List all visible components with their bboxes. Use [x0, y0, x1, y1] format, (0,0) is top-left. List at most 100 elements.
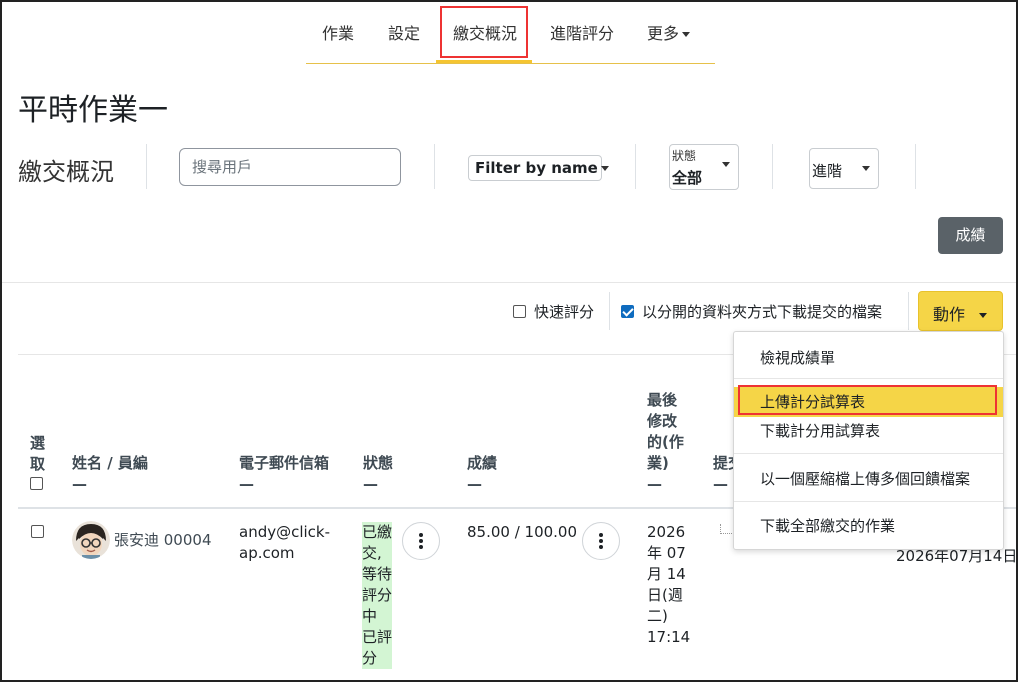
download-folders-option[interactable]: 以分開的資料夾方式下載提交的檔案	[621, 301, 882, 322]
user-email: andy@click- ap.com	[239, 522, 330, 564]
menu-divider	[734, 453, 1003, 454]
search-users-input[interactable]	[179, 148, 401, 186]
column-header-select: 選 取	[30, 433, 51, 496]
email-line: ap.com	[239, 544, 295, 562]
divider	[772, 144, 773, 189]
header-modified-line: 修改	[647, 412, 678, 430]
actions-button[interactable]: 動作	[918, 291, 1003, 331]
row-select-checkbox[interactable]	[31, 525, 44, 538]
nav-tab-assignment[interactable]: 作業	[322, 20, 354, 44]
header-modified-line: 業)	[647, 454, 669, 472]
header-select-line: 選	[30, 434, 46, 452]
chevron-down-icon	[722, 162, 730, 167]
header-grade-label: 成績	[467, 454, 498, 472]
page-title: 平時作業一	[18, 93, 168, 128]
nav-more-label: 更多	[647, 24, 680, 43]
actions-dropdown-menu: 檢視成績單 上傳計分試算表 下載計分用試算表 以一個壓縮檔上傳多個回饋檔案 下載…	[733, 331, 1004, 550]
user-name-link[interactable]: 張安迪 00004	[114, 530, 212, 551]
nav-tab-more[interactable]: 更多	[647, 20, 691, 44]
nav-tab-advanced-grading[interactable]: 進階評分	[550, 20, 614, 44]
divider	[915, 144, 916, 189]
status-line: 中	[362, 607, 378, 625]
menu-divider	[734, 501, 1003, 502]
actions-label: 動作	[933, 305, 966, 324]
divider	[434, 144, 435, 189]
column-header-name[interactable]: 姓名 / 員編 —	[72, 453, 148, 495]
modified-line: 日(週	[647, 586, 683, 604]
download-folders-checkbox[interactable]	[621, 305, 634, 318]
submission-status: 已繳 交, 等待 評分 中 已評 分	[362, 522, 392, 669]
header-name-label: 姓名 / 員編	[72, 454, 148, 472]
header-status-label: 狀態	[363, 454, 394, 472]
menu-item-download-all-submissions[interactable]: 下載全部繳交的作業	[734, 514, 1003, 538]
advanced-filter-value: 進階	[812, 162, 843, 180]
chevron-down-icon	[979, 313, 988, 318]
column-header-status[interactable]: 狀態 —	[363, 453, 393, 495]
chevron-down-icon	[600, 166, 609, 171]
active-tab-underline	[436, 60, 532, 63]
menu-item-view-gradebook[interactable]: 檢視成績單	[734, 346, 1003, 370]
chevron-down-icon	[862, 166, 870, 171]
filter-label: Filter by name	[475, 159, 598, 177]
column-header-grade[interactable]: 成績 —	[467, 453, 497, 495]
header-email-label: 電子郵件信箱	[239, 454, 330, 472]
select-all-checkbox[interactable]	[30, 477, 43, 490]
file-tree-connector	[720, 524, 734, 534]
status-filter-select[interactable]: 狀態 全部	[669, 144, 739, 190]
status-line: 評分	[362, 586, 393, 604]
grades-button[interactable]: 成績	[938, 217, 1003, 254]
quick-grading-checkbox[interactable]	[513, 305, 526, 318]
avatar-image	[72, 521, 110, 559]
menu-item-highlight-box	[738, 385, 997, 415]
modified-line: 年 07	[647, 544, 686, 562]
sort-indicator: —	[239, 475, 254, 493]
status-line: 等待	[362, 565, 393, 583]
status-line: 已繳	[362, 523, 393, 541]
filter-by-name-button[interactable]: Filter by name	[468, 155, 609, 181]
column-header-last-modified[interactable]: 最後 修改 的(作 業) —	[647, 390, 684, 495]
modified-line: 二)	[647, 607, 668, 625]
column-header-submission[interactable]: 提交 —	[713, 453, 733, 495]
section-title: 繳交概況	[18, 158, 114, 186]
chevron-down-icon	[682, 32, 691, 37]
status-filter-label: 狀態	[672, 149, 697, 163]
status-line: 交,	[362, 544, 382, 562]
status-line: 分	[362, 649, 378, 667]
modified-line: 月 14	[647, 565, 686, 583]
active-tab-highlight	[440, 6, 528, 58]
advanced-filter-select[interactable]: 進階	[809, 148, 879, 189]
status-line: 已評	[362, 628, 393, 646]
divider	[635, 144, 636, 189]
sort-indicator: —	[72, 475, 87, 493]
modified-line: 2026	[647, 523, 686, 541]
status-more-menu-icon[interactable]	[402, 522, 440, 560]
modified-line: 17:14	[647, 628, 691, 646]
header-modified-line: 的(作	[647, 433, 684, 451]
user-avatar[interactable]	[72, 521, 110, 559]
download-folders-label: 以分開的資料夾方式下載提交的檔案	[642, 303, 883, 321]
quick-grading-option[interactable]: 快速評分	[513, 301, 594, 322]
header-submission-label: 提交	[713, 454, 733, 472]
column-header-email[interactable]: 電子郵件信箱 —	[239, 453, 329, 495]
nav-tab-settings[interactable]: 設定	[388, 20, 420, 44]
sort-indicator: —	[647, 475, 662, 493]
sort-indicator: —	[467, 475, 482, 493]
sort-indicator: —	[713, 475, 728, 493]
header-modified-line: 最後	[647, 391, 678, 409]
divider	[146, 144, 147, 189]
sort-indicator: —	[363, 475, 378, 493]
menu-item-upload-feedback-zip[interactable]: 以一個壓縮檔上傳多個回饋檔案	[734, 467, 1003, 491]
quick-grading-label: 快速評分	[534, 303, 595, 321]
email-line: andy@click-	[239, 523, 331, 541]
menu-item-download-grading-worksheet[interactable]: 下載計分用試算表	[734, 419, 1003, 443]
divider	[609, 292, 610, 330]
page-frame: 作業 設定 繳交概況 進階評分 更多 平時作業一 繳交概況 Filter by …	[0, 0, 1018, 682]
header-select-line: 取	[30, 455, 46, 473]
divider	[2, 282, 1016, 283]
grade-value: 85.00 / 100.00	[467, 523, 578, 541]
menu-divider	[734, 378, 1003, 379]
divider	[908, 292, 909, 330]
last-modified-date: 2026 年 07 月 14 日(週 二) 17:14	[647, 522, 690, 648]
status-filter-value: 全部	[672, 169, 703, 187]
grade-more-menu-icon[interactable]	[582, 522, 620, 560]
